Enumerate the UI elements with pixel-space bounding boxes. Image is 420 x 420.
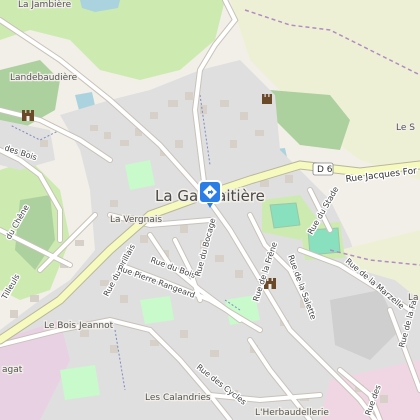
location-marker[interactable] bbox=[198, 180, 222, 208]
svg-text:D 6: D 6 bbox=[317, 165, 333, 175]
place-label-top-left: La Jambière bbox=[18, 0, 72, 10]
place-label-les-calandries: Les Calandries bbox=[145, 393, 211, 403]
map-canvas[interactable]: La Jambière Landebaudière La Vergnais Le… bbox=[0, 0, 420, 420]
place-label-landebaudiere: Landebaudière bbox=[10, 72, 78, 83]
place-label-la-vergnais: La Vergnais bbox=[110, 215, 162, 225]
park-area bbox=[125, 160, 155, 190]
map-view[interactable]: La Jambière Landebaudière La Vergnais Le… bbox=[0, 0, 420, 420]
park-area bbox=[60, 365, 100, 400]
castle-icon[interactable] bbox=[22, 110, 34, 121]
place-label-le-bois-jeannot: Le Bois Jeannot bbox=[44, 321, 114, 331]
place-label-bottom-left: agat bbox=[2, 365, 23, 375]
park-area bbox=[140, 296, 174, 324]
place-label-right-1: Le S bbox=[396, 123, 415, 133]
place-label-l-herbaudellerie: L'Herbaudellerie bbox=[255, 408, 329, 418]
castle-icon[interactable] bbox=[262, 94, 272, 104]
road-shield-d6: D 6 bbox=[312, 162, 334, 176]
